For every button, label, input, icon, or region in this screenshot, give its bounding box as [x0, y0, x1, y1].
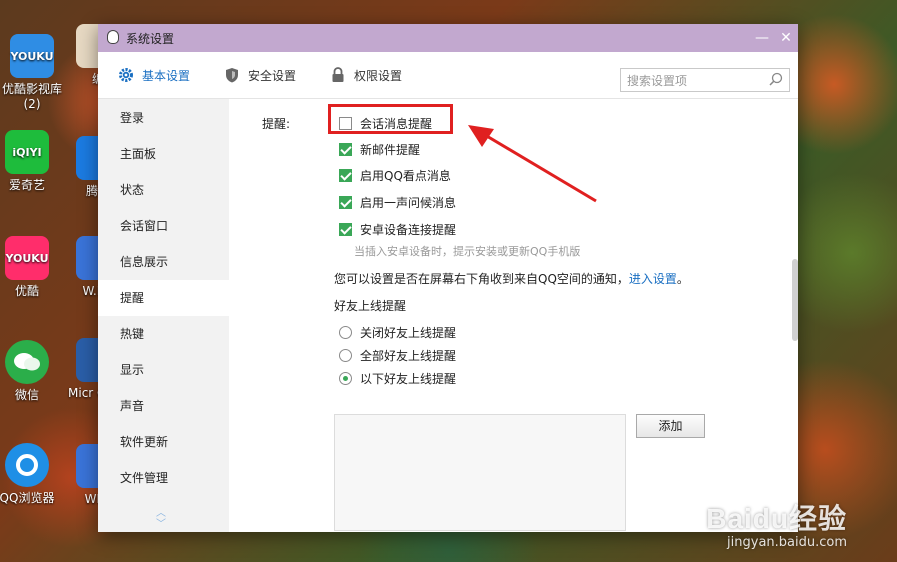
- annotation-arrow-icon: [468, 125, 597, 203]
- watermark-url: jingyan.baidu.com: [727, 535, 847, 550]
- watermark-logo: Baidu经验: [706, 503, 847, 534]
- baidu-jingyan-watermark: Baidu经验 jingyan.baidu.com: [706, 497, 847, 550]
